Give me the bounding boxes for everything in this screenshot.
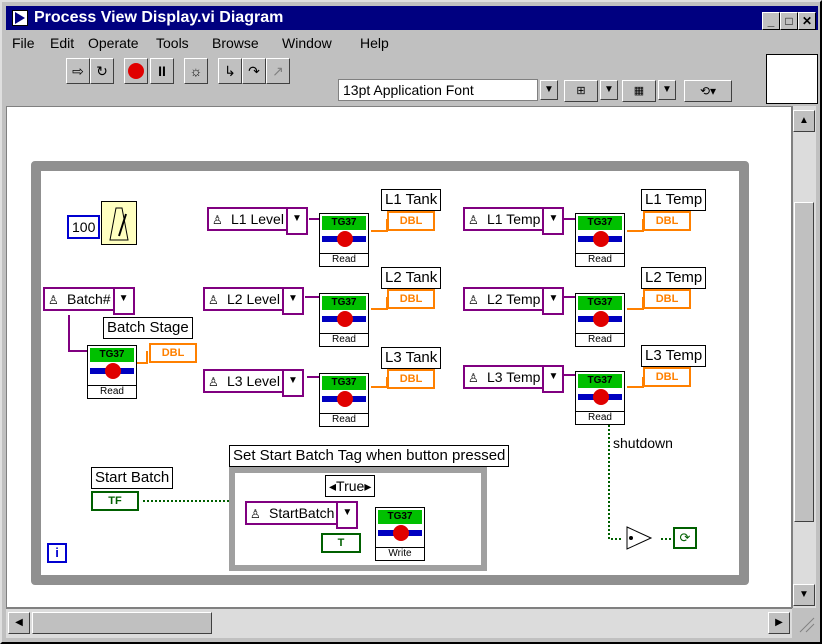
case-comment-label: Set Start Batch Tag when button pressed	[229, 445, 510, 467]
maximize-button[interactable]: □	[780, 12, 798, 30]
wait-constant[interactable]: 100	[67, 215, 101, 239]
tag-chevron-icon: ▼	[281, 369, 304, 397]
distribute-dropdown-chevron-icon[interactable]: ▼	[658, 80, 676, 100]
scroll-down-button[interactable]: ▼	[793, 584, 815, 606]
scroll-right-button[interactable]: ▶	[768, 612, 790, 634]
menu-window[interactable]: Window	[282, 35, 332, 51]
tag-batch-chevron-icon: ▼	[112, 287, 135, 315]
start-batch-label: Start Batch	[91, 467, 174, 489]
l2-tank-label: L2 Tank	[381, 267, 442, 289]
l1-temp-label: L1 Temp	[641, 189, 707, 211]
read-subvi-l3-temp[interactable]: TG37 Read	[575, 371, 625, 425]
abort-button[interactable]	[124, 58, 148, 84]
true-constant[interactable]: T	[321, 533, 361, 553]
run-continuously-button[interactable]: ↻	[90, 58, 114, 84]
menu-edit[interactable]: Edit	[50, 35, 74, 51]
distribute-objects-icon[interactable]: ▦	[622, 80, 656, 102]
close-button[interactable]: ✕	[798, 12, 816, 30]
batch-stage-label: Batch Stage	[103, 317, 193, 339]
tg-label: TG37	[90, 348, 134, 362]
not-gate-icon[interactable]	[621, 525, 657, 551]
loop-condition-icon[interactable]: ⟳	[673, 527, 697, 549]
scroll-up-button[interactable]: ▲	[793, 110, 815, 132]
l2-temp-label: L2 Temp	[641, 267, 707, 289]
tag-batch[interactable]: ♙ Batch# ▼	[43, 287, 135, 315]
menu-help[interactable]: Help	[360, 35, 389, 51]
tag-chevron-icon: ▼	[542, 365, 565, 393]
read-subvi-l1-temp[interactable]: TG37 Read	[575, 213, 625, 267]
l3-temp-indicator[interactable]: DBL	[643, 367, 691, 387]
menu-browse[interactable]: Browse	[212, 35, 259, 51]
tag-l3-level[interactable]: ♙ L3 Level ▼	[203, 369, 304, 397]
tag-start-batch[interactable]: ♙ StartBatch ▼	[245, 501, 359, 529]
tag-chevron-icon: ▼	[285, 207, 308, 235]
l1-tank-label: L1 Tank	[381, 189, 442, 211]
l2-temp-indicator[interactable]: DBL	[643, 289, 691, 309]
menu-tools[interactable]: Tools	[156, 35, 189, 51]
l1-tank-indicator[interactable]: DBL	[387, 211, 435, 231]
read-subvi-l2-level[interactable]: TG37 Read	[319, 293, 369, 347]
step-over-button[interactable]: ↷	[242, 58, 266, 84]
step-into-button[interactable]: ↳	[218, 58, 242, 84]
block-diagram[interactable]: 100 ♙ Batch# ▼ Batch Stage DBL TG37 Read …	[6, 106, 792, 608]
tag-chevron-icon: ▼	[542, 207, 565, 235]
start-batch-control[interactable]: TF	[91, 491, 139, 511]
l3-tank-label: L3 Tank	[381, 347, 442, 369]
font-select[interactable]: 13pt Application Font	[338, 79, 538, 101]
tag-l1-level[interactable]: ♙ L1 Level ▼	[207, 207, 308, 235]
l2-tank-indicator[interactable]: DBL	[387, 289, 435, 309]
reorder-icon[interactable]: ⟲▾	[684, 80, 732, 102]
read-subvi-batch[interactable]: TG37 Read	[87, 345, 137, 399]
minimize-button[interactable]: _	[762, 12, 780, 30]
tag-l2-level[interactable]: ♙ L2 Level ▼	[203, 287, 304, 315]
font-dropdown-chevron-icon[interactable]: ▼	[540, 80, 558, 100]
pause-button[interactable]: II	[150, 58, 174, 84]
menu-bar: File Edit Operate Tools Browse Window He…	[6, 32, 818, 54]
case-structure[interactable]: ◂True▸ ♙ StartBatch ▼ T TG37 Write	[229, 467, 487, 571]
tag-chevron-icon: ▼	[281, 287, 304, 315]
app-icon	[12, 10, 28, 26]
case-selector[interactable]: ◂True▸	[325, 475, 376, 497]
tag-batch-label: Batch#	[67, 291, 111, 307]
tag-chevron-icon: ▼	[542, 287, 565, 315]
l1-temp-indicator[interactable]: DBL	[643, 211, 691, 231]
window-title: Process View Display.vi Diagram	[34, 9, 284, 26]
window-frame: Process View Display.vi Diagram _ □ ✕ Fi…	[0, 0, 822, 644]
shutdown-label: shutdown	[613, 435, 673, 451]
scroll-left-button[interactable]: ◀	[8, 612, 30, 634]
batch-stage-indicator[interactable]: DBL	[149, 343, 197, 363]
title-bar[interactable]: Process View Display.vi Diagram _ □ ✕	[6, 6, 818, 30]
read-subvi-l2-temp[interactable]: TG37 Read	[575, 293, 625, 347]
highlight-execution-button[interactable]: ☼	[184, 58, 208, 84]
tag-l2-temp[interactable]: ♙ L2 Temp ▼	[463, 287, 565, 315]
read-subvi-l1-level[interactable]: TG37 Read	[319, 213, 369, 267]
tag-chevron-icon: ▼	[336, 501, 359, 529]
tag-icon: ♙	[48, 293, 59, 307]
l3-tank-indicator[interactable]: DBL	[387, 369, 435, 389]
horizontal-scroll-thumb[interactable]	[32, 612, 212, 634]
menu-file[interactable]: File	[12, 35, 35, 51]
read-label: Read	[88, 385, 136, 397]
vi-icon-pane	[766, 54, 818, 104]
tag-l1-temp[interactable]: ♙ L1 Temp ▼	[463, 207, 565, 235]
menu-operate[interactable]: Operate	[88, 35, 139, 51]
write-subvi-start-batch[interactable]: TG37 Write	[375, 507, 425, 561]
l3-temp-label: L3 Temp	[641, 345, 707, 367]
step-out-button[interactable]: ↗	[266, 58, 290, 84]
read-subvi-l3-level[interactable]: TG37 Read	[319, 373, 369, 427]
size-grip-icon[interactable]	[794, 612, 816, 634]
align-objects-icon[interactable]: ⊞	[564, 80, 598, 102]
align-dropdown-chevron-icon[interactable]: ▼	[600, 80, 618, 100]
info-icon[interactable]: i	[47, 543, 67, 563]
run-arrow-button[interactable]: ⇨	[66, 58, 90, 84]
tag-l3-temp[interactable]: ♙ L3 Temp ▼	[463, 365, 565, 393]
vertical-scroll-thumb[interactable]	[794, 202, 814, 522]
metronome-icon[interactable]	[101, 201, 137, 245]
